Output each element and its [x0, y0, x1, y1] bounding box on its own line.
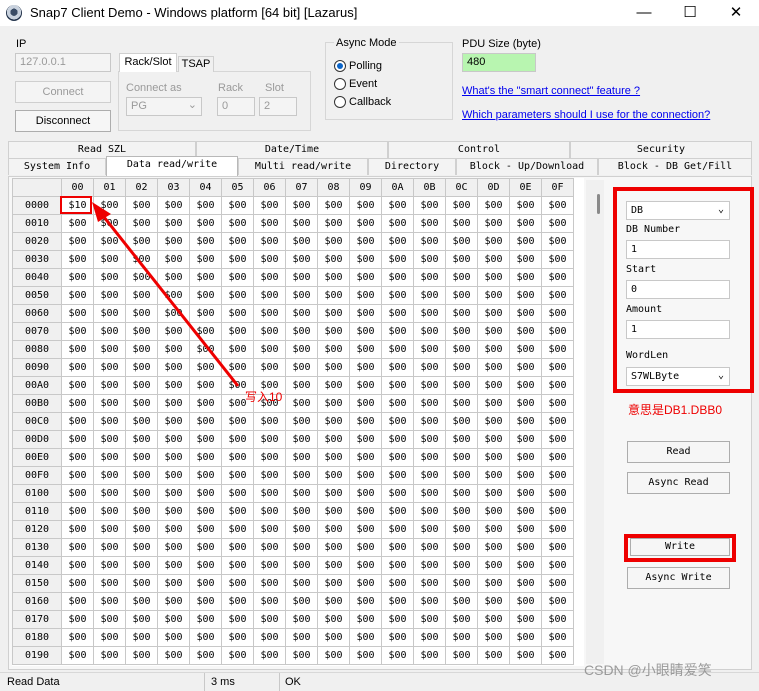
status-divider [204, 673, 205, 691]
status-time: 3 ms [211, 676, 235, 688]
status-result: OK [285, 676, 301, 688]
status-divider [279, 673, 280, 691]
annotation-arrow [92, 202, 240, 387]
watermark: CSDN @小眼睛爱笑 [584, 662, 712, 678]
status-operation: Read Data [7, 676, 60, 688]
write-annotation: 写入10 [245, 390, 283, 404]
